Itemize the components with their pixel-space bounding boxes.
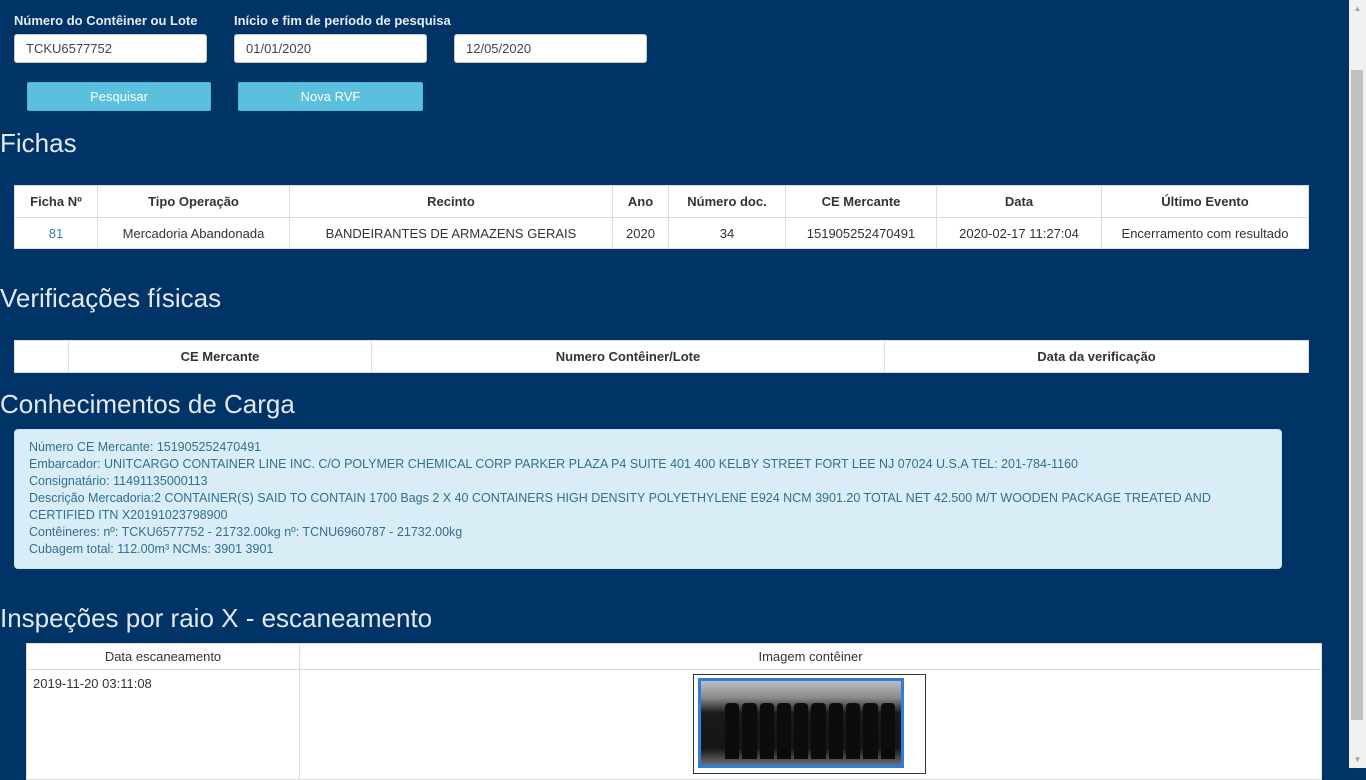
inspecoes-heading: Inspeções por raio X - escaneamento xyxy=(0,603,433,633)
col-tipo-operacao: Tipo Operação xyxy=(97,185,290,218)
period-field-label: Início e fim de período de pesquisa xyxy=(234,13,451,28)
col-data-verificacao: Data da verificação xyxy=(884,340,1309,373)
search-button[interactable]: Pesquisar xyxy=(27,82,211,111)
xray-scan-frame xyxy=(698,678,904,768)
cell-recinto: BANDEIRANTES DE ARMAZENS GERAIS xyxy=(289,217,613,249)
page-scrollbar[interactable]: ▲ ▼ xyxy=(1349,0,1366,768)
conteineres-line: Contêineres: nº: TCKU6577752 - 21732.00k… xyxy=(29,525,463,539)
fichas-table: Ficha Nº Tipo Operação Recinto Ano Númer… xyxy=(14,185,1309,249)
cell-numero-doc: 34 xyxy=(668,217,786,249)
xray-container-image[interactable] xyxy=(693,674,926,774)
conhecimentos-heading: Conhecimentos de Carga xyxy=(0,389,295,419)
cubagem-line: Cubagem total: 112.00m³ NCMs: 3901 3901 xyxy=(29,542,274,556)
fichas-heading: Fichas xyxy=(0,128,77,158)
fichas-header-row: Ficha Nº Tipo Operação Recinto Ano Númer… xyxy=(14,185,1309,218)
embarcador-line: Embarcador: UNITCARGO CONTAINER LINE INC… xyxy=(29,457,1078,471)
cell-ano: 2020 xyxy=(612,217,669,249)
col-ultimo-evento: Último Evento xyxy=(1101,185,1309,218)
verificacoes-heading: Verificações físicas xyxy=(0,283,222,313)
ce-mercante-line: Número CE Mercante: 151905252470491 xyxy=(29,440,262,454)
col-imagem-conteiner: Imagem contêiner xyxy=(299,643,1322,670)
verificacoes-table: CE Mercante Numero Contêiner/Lote Data d… xyxy=(14,340,1309,373)
col-blank xyxy=(14,340,69,373)
cell-tipo-operacao: Mercadoria Abandonada xyxy=(97,217,290,249)
col-numero-conteiner: Numero Contêiner/Lote xyxy=(371,340,885,373)
new-rvf-button[interactable]: Nova RVF xyxy=(238,82,423,111)
container-field-label: Número do Contêiner ou Lote xyxy=(14,13,198,28)
col-ce-mercante: CE Mercante xyxy=(68,340,372,373)
col-data: Data xyxy=(936,185,1102,218)
container-input[interactable]: TCKU6577752 xyxy=(14,34,207,63)
scroll-down-arrow-icon[interactable]: ▼ xyxy=(1349,751,1366,768)
table-row: 2019-11-20 03:11:08 xyxy=(26,669,1322,780)
col-ficha: Ficha Nº xyxy=(14,185,98,218)
cargo-info-panel: Número CE Mercante: 151905252470491 Emba… xyxy=(14,429,1282,569)
cell-ultimo-evento: Encerramento com resultado xyxy=(1101,217,1309,249)
cell-data: 2020-02-17 11:27:04 xyxy=(936,217,1102,249)
table-row: 81 Mercadoria Abandonada BANDEIRANTES DE… xyxy=(14,217,1309,249)
xray-cargo-shapes xyxy=(725,703,895,759)
descricao-line: Descrição Mercadoria:2 CONTAINER(S) SAID… xyxy=(29,491,1211,522)
ficha-link[interactable]: 81 xyxy=(14,217,98,249)
col-data-escaneamento: Data escaneamento xyxy=(26,643,300,670)
col-recinto: Recinto xyxy=(289,185,613,218)
scroll-up-arrow-icon[interactable]: ▲ xyxy=(1349,0,1366,17)
scrollbar-thumb[interactable] xyxy=(1351,70,1363,720)
inspecoes-table: Data escaneamento Imagem contêiner 2019-… xyxy=(26,643,1322,780)
cell-ce-mercante: 151905252470491 xyxy=(785,217,937,249)
date-end-input[interactable]: 12/05/2020 xyxy=(454,34,647,63)
col-numero-doc: Número doc. xyxy=(668,185,786,218)
date-start-input[interactable]: 01/01/2020 xyxy=(234,34,427,63)
cell-scan-date: 2019-11-20 03:11:08 xyxy=(26,669,300,780)
inspecoes-header-row: Data escaneamento Imagem contêiner xyxy=(26,643,1322,670)
verificacoes-header-row: CE Mercante Numero Contêiner/Lote Data d… xyxy=(14,340,1309,373)
col-ce-mercante: CE Mercante xyxy=(785,185,937,218)
consignatario-line: Consignatário: 11491135000113 xyxy=(29,474,208,488)
col-ano: Ano xyxy=(612,185,669,218)
